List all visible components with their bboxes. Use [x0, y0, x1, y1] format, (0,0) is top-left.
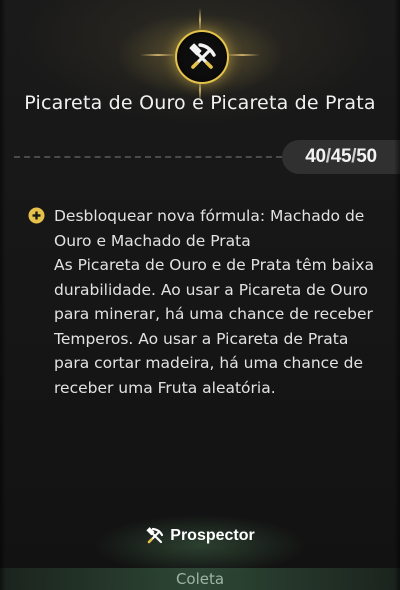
level-value: 50	[356, 146, 377, 167]
level-requirement-badge: 40/45/50	[282, 140, 400, 174]
dashed-divider	[14, 156, 282, 158]
skill-title: Picareta de Ouro e Picareta de Prata	[24, 92, 376, 114]
plus-circle-icon	[28, 207, 45, 224]
skill-tooltip-panel: Picareta de Ouro e Picareta de Prata 40/…	[0, 0, 400, 590]
level-value: 45	[330, 146, 352, 167]
effect-description: Desbloquear nova fórmula: Machado de Our…	[28, 204, 388, 400]
category-label: Coleta	[175, 570, 225, 588]
skill-tag: Prospector	[0, 524, 400, 548]
light-ray	[224, 54, 260, 56]
skill-tag-label: Prospector	[170, 527, 255, 544]
light-ray	[199, 8, 201, 32]
description-text: Desbloquear nova fórmula: Machado de Our…	[54, 207, 374, 397]
category-tab[interactable]: Coleta	[0, 568, 400, 590]
crossed-pickaxe-hammer-icon	[189, 43, 216, 69]
edge-shadow	[0, 0, 6, 590]
level-value: 40	[305, 146, 326, 167]
pickaxe-hammer-icon	[146, 527, 164, 544]
edge-shadow	[394, 0, 400, 590]
skill-emblem	[175, 30, 229, 84]
light-ray	[140, 54, 176, 56]
